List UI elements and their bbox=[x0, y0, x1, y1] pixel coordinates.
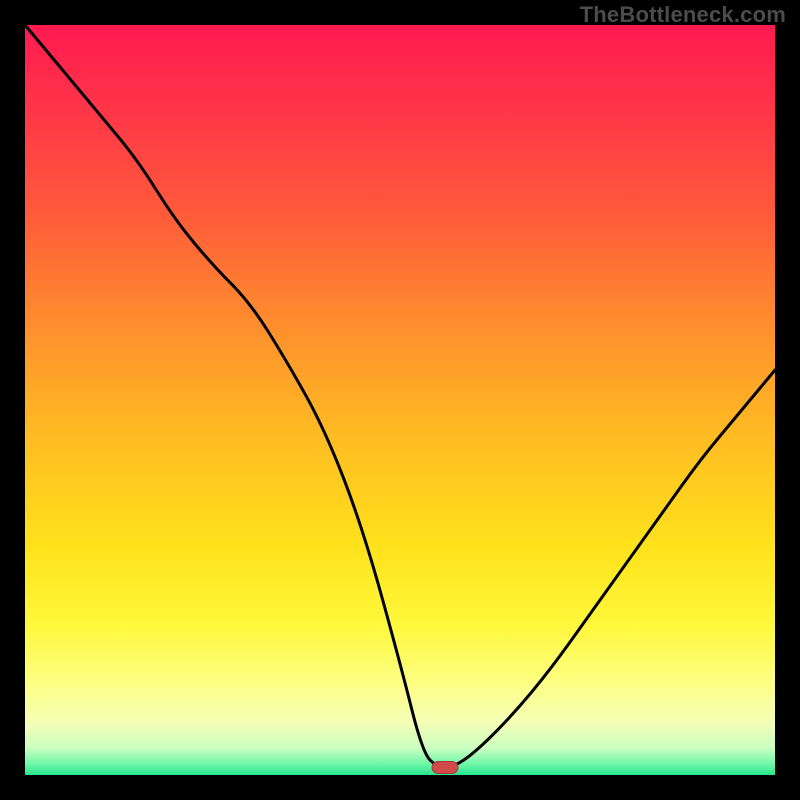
watermark-text: TheBottleneck.com bbox=[580, 2, 786, 28]
chart-frame: TheBottleneck.com bbox=[0, 0, 800, 800]
bottleneck-chart-svg bbox=[25, 25, 775, 775]
minimum-marker-pill bbox=[432, 762, 458, 774]
plot-area bbox=[25, 25, 775, 775]
